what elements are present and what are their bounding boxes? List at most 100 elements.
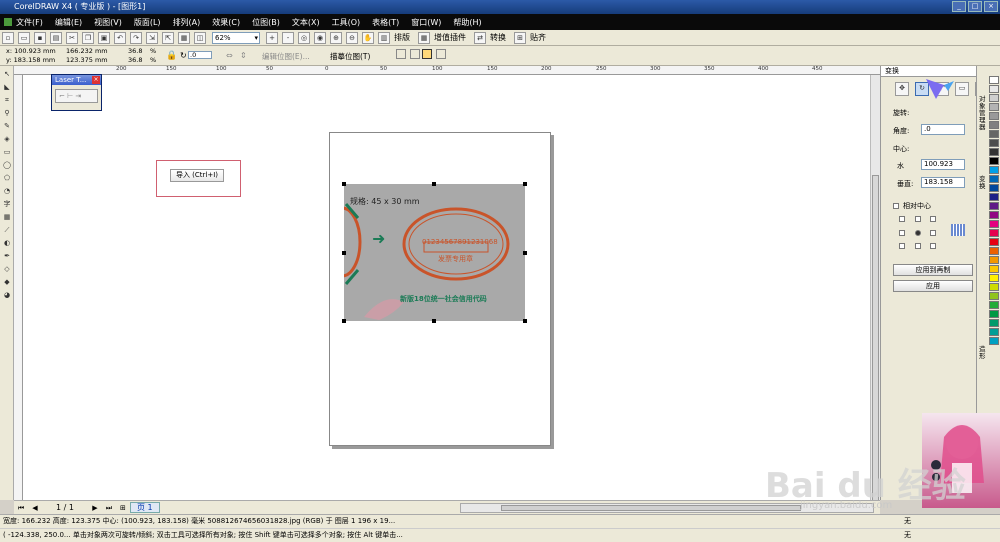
page-tab[interactable]: 页 1 <box>129 502 160 513</box>
color-swatch[interactable] <box>989 238 999 246</box>
snap-button[interactable]: 贴齐 <box>530 32 546 43</box>
anchor-checkbox[interactable] <box>914 216 921 222</box>
color-swatch[interactable] <box>989 193 999 201</box>
color-swatch[interactable] <box>989 94 999 102</box>
menu-layout[interactable]: 版面(L) <box>134 17 161 28</box>
mirror-v-icon[interactable]: ⇕ <box>240 51 247 60</box>
color-swatch[interactable] <box>989 166 999 174</box>
smart-fill-icon[interactable]: ◈ <box>2 134 12 144</box>
selection-handle[interactable] <box>523 182 527 186</box>
anchor-checkbox[interactable] <box>899 229 905 236</box>
transform-tab[interactable]: 变换 <box>979 176 988 190</box>
open-icon[interactable]: ▭ <box>18 31 30 44</box>
save-icon[interactable]: ▪ <box>34 31 46 44</box>
zoom-width-icon[interactable]: ⊕ <box>330 31 342 44</box>
selection-handle[interactable] <box>432 182 436 186</box>
text-wrap-icon[interactable] <box>422 49 432 59</box>
add-page-icon[interactable]: ⊞ <box>118 503 128 513</box>
bitmap-image[interactable]: 规格: 45 x 30 mm ➜ 01234567891231068 发票专用章… <box>344 184 525 321</box>
snap-icon[interactable]: ⊞ <box>514 31 526 44</box>
app-menu-icon[interactable] <box>4 18 12 26</box>
color-swatch[interactable] <box>989 130 999 138</box>
vertical-scrollbar[interactable] <box>870 75 880 505</box>
menu-file[interactable]: 文件(F) <box>16 17 43 28</box>
maximize-button[interactable]: □ <box>968 1 982 12</box>
laser-tool-buttons[interactable]: ⌐ ⊢ ⇥ <box>55 89 98 103</box>
mirror-h-icon[interactable]: ⇔ <box>226 51 233 60</box>
color-swatch[interactable] <box>989 211 999 219</box>
interactive-tool-icon[interactable]: ◐ <box>2 238 12 248</box>
crop-icon[interactable] <box>410 49 420 59</box>
selection-handle[interactable] <box>342 182 346 186</box>
menu-view[interactable]: 视图(V) <box>94 17 122 28</box>
relative-center-checkbox[interactable] <box>893 203 899 209</box>
center-h-field[interactable]: 100.923 <box>921 159 965 170</box>
layout-icon[interactable]: ▥ <box>378 31 390 44</box>
undo-icon[interactable]: ↶ <box>114 31 126 44</box>
object-manager-tab[interactable]: 对象管理器 <box>979 96 988 131</box>
anchor-checkbox[interactable] <box>930 216 937 222</box>
align-icon[interactable] <box>436 49 446 59</box>
outline-tool-icon[interactable]: ◇ <box>2 264 12 274</box>
new-icon[interactable]: ▫ <box>2 31 14 44</box>
color-swatch[interactable] <box>989 76 999 84</box>
convert-button[interactable]: 转换 <box>490 32 506 43</box>
color-swatch[interactable] <box>989 301 999 309</box>
export-icon[interactable]: ⇱ <box>162 31 174 44</box>
color-swatch[interactable] <box>989 175 999 183</box>
zoom-fit-icon[interactable]: ◎ <box>298 31 310 44</box>
anchor-center-radio[interactable] <box>914 229 921 236</box>
laser-tools-window[interactable]: Laser T... × ⌐ ⊢ ⇥ <box>51 74 102 111</box>
anchor-checkbox[interactable] <box>899 243 905 250</box>
import-icon[interactable]: ⇲ <box>146 31 158 44</box>
menu-text[interactable]: 文本(X) <box>292 17 320 28</box>
paste-icon[interactable]: ▣ <box>98 31 110 44</box>
color-swatch[interactable] <box>989 202 999 210</box>
color-swatch[interactable] <box>989 310 999 318</box>
crop-tool-icon[interactable]: ⌗ <box>2 95 12 105</box>
welcome-icon[interactable]: ◫ <box>194 31 206 44</box>
polygon-tool-icon[interactable]: ⬠ <box>2 173 12 183</box>
close-icon[interactable]: × <box>92 76 100 84</box>
eyedropper-icon[interactable]: ✒ <box>2 251 12 261</box>
y-position[interactable]: y: 183.158 mm <box>6 56 55 64</box>
color-swatch[interactable] <box>989 265 999 273</box>
color-swatch[interactable] <box>989 247 999 255</box>
print-icon[interactable]: ▤ <box>50 31 62 44</box>
zoom-height-icon[interactable]: ⊖ <box>346 31 358 44</box>
anchor-checkbox[interactable] <box>930 229 937 236</box>
color-swatch[interactable] <box>989 328 999 336</box>
scale-y[interactable]: 36.8 <box>128 56 142 64</box>
zoom-tool-icon[interactable]: ⚲ <box>2 108 12 118</box>
scale-x[interactable]: 36.8 <box>128 47 142 55</box>
selection-handle[interactable] <box>342 251 346 255</box>
interactive-fill-icon[interactable]: ◕ <box>2 290 12 300</box>
menu-help[interactable]: 帮助(H) <box>453 17 481 28</box>
prev-page-icon[interactable]: ◀ <box>30 503 40 513</box>
anchor-checkbox[interactable] <box>899 216 905 222</box>
edit-bitmap-button[interactable]: 编辑位图(E)... <box>262 51 310 62</box>
first-page-icon[interactable]: ⏮ <box>16 503 26 513</box>
pan-icon[interactable]: ✋ <box>362 31 374 44</box>
color-swatch[interactable] <box>989 274 999 282</box>
shaping-tab[interactable]: 造形 <box>979 346 988 360</box>
color-swatch[interactable] <box>989 157 999 165</box>
menu-arrange[interactable]: 排列(A) <box>173 17 201 28</box>
zoom-in-icon[interactable]: + <box>266 31 278 44</box>
scrollbar-thumb[interactable] <box>500 504 801 511</box>
angle-field[interactable]: .0 <box>921 124 965 135</box>
dimension-tool-icon[interactable]: ⟋ <box>2 225 12 235</box>
selection-handle[interactable] <box>432 319 436 323</box>
trace-bitmap-button[interactable]: 描摹位图(T) <box>330 51 370 62</box>
anchor-checkbox[interactable] <box>930 243 937 250</box>
basic-shapes-icon[interactable]: ◔ <box>2 186 12 196</box>
zoom-select[interactable]: 62% <box>212 31 260 44</box>
apply-to-duplicate-button[interactable]: 应用到再制 <box>893 264 973 276</box>
color-swatch[interactable] <box>989 148 999 156</box>
rotation-angle-field[interactable]: .0 <box>188 51 212 59</box>
rectangle-tool-icon[interactable]: ▭ <box>2 147 12 157</box>
scrollbar-thumb[interactable] <box>872 175 879 505</box>
color-swatch[interactable] <box>989 103 999 111</box>
color-swatch[interactable] <box>989 256 999 264</box>
color-swatch[interactable] <box>989 292 999 300</box>
